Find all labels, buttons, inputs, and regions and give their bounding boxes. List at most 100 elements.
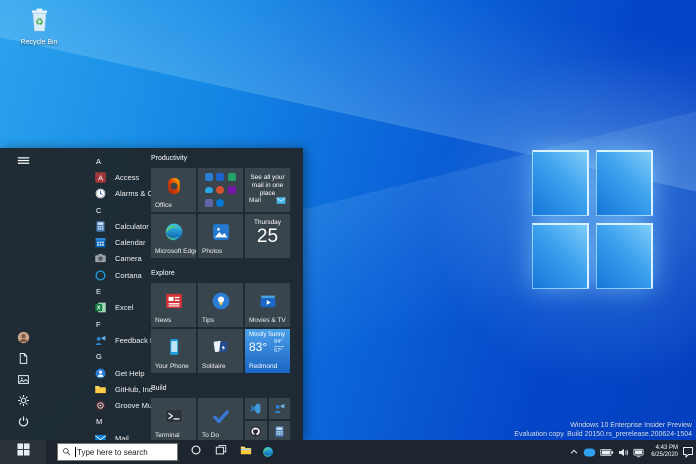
app-item-github-inc[interactable]: GitHub, Inc <box>46 381 153 397</box>
weather-high-low: 84° 67° <box>274 339 285 354</box>
app-item-calendar[interactable]: Calendar <box>46 234 146 250</box>
start-app-list: A A Access Alarms & Clock C Calculator Calenda… <box>46 153 166 440</box>
action-center-icon[interactable] <box>682 446 694 458</box>
calendar-icon <box>94 236 107 249</box>
search-placeholder: Type here to search <box>77 447 148 457</box>
battery-icon[interactable] <box>600 448 614 457</box>
tile-tips[interactable]: Tips <box>198 283 243 327</box>
app-item-feedback-hub[interactable]: Feedback Hub <box>46 332 164 348</box>
windows-logo-pane <box>596 150 653 216</box>
rail-item-documents[interactable] <box>0 350 46 371</box>
taskbar-clock[interactable]: 4:43 PM 6/25/2020 <box>648 445 678 459</box>
app-item-label: Camera <box>115 254 142 264</box>
tile-to-do[interactable]: To Do <box>198 398 243 440</box>
tile-solitaire[interactable]: ♠ Solitaire <box>198 329 243 373</box>
app-item-label: Calendar <box>115 238 146 248</box>
app-item-get-help[interactable]: Get Help <box>46 365 146 381</box>
task-view-icon <box>215 443 227 461</box>
recycle-bin-shortcut[interactable]: ♻ Recycle Bin <box>10 6 68 46</box>
mail-envelope-icon <box>276 191 286 209</box>
mail-icon <box>94 432 107 440</box>
yourphone-icon <box>151 329 196 364</box>
access-icon: A <box>94 171 107 184</box>
search-input[interactable]: Type here to search <box>57 443 178 461</box>
tile-microsoft-365-apps[interactable] <box>198 168 243 212</box>
start-menu: A A Access Alarms & Clock C Calculator Calenda… <box>0 148 303 440</box>
svg-text:X: X <box>97 306 101 312</box>
app-item-groove-music[interactable]: Groove Music <box>46 397 161 413</box>
weather-condition: Mostly Sunny <box>249 332 286 338</box>
task-view-button[interactable] <box>211 442 231 462</box>
windows-logo-pane <box>596 223 653 289</box>
rail-item-settings[interactable] <box>0 392 46 413</box>
clock-time: 4:43 PM <box>655 445 678 451</box>
tile-news[interactable]: News <box>151 283 196 327</box>
rail-item-power[interactable] <box>0 413 46 434</box>
tile-feedback-hub[interactable] <box>268 398 290 419</box>
tray-overflow-chevron-icon[interactable] <box>569 447 579 457</box>
app-section-header-g[interactable]: G <box>46 349 146 365</box>
powerpoint-icon <box>216 185 225 194</box>
tile-weather[interactable]: Mostly Sunny 83° 84° 67° Redmond <box>245 329 290 373</box>
tile-label: News <box>155 317 172 324</box>
tile-microsoft-edge[interactable]: Microsoft Edge <box>151 214 196 258</box>
tile-terminal[interactable]: Terminal <box>151 398 196 440</box>
app-section-header-c[interactable]: C <box>46 202 146 218</box>
tile-mail[interactable]: See all your mail in one place Mail <box>245 168 290 212</box>
app-item-mail[interactable]: Mail <box>46 430 146 440</box>
app-item-excel[interactable]: X Excel <box>46 300 146 316</box>
volume-icon[interactable] <box>618 447 629 458</box>
tile-group-header-build: Build <box>151 385 167 392</box>
svg-text:♻: ♻ <box>35 17 44 28</box>
recycle-bin-label: Recycle Bin <box>20 39 58 46</box>
hamburger-icon <box>17 154 30 172</box>
tile-photos[interactable]: Photos <box>198 214 243 258</box>
tray-app-icon-blue[interactable] <box>583 447 596 457</box>
app-item-label: Get Help <box>115 368 145 378</box>
cortana-button[interactable] <box>186 442 206 462</box>
app-section-header-a[interactable]: A <box>46 153 146 169</box>
tile-github-desktop[interactable] <box>245 421 267 440</box>
tile-calendar[interactable]: Thursday 25 <box>245 214 290 258</box>
tile-grid-explore: News Tips Movies & TV Your Phone ♠ Solitaire M… <box>151 283 303 373</box>
start-button[interactable] <box>0 440 46 464</box>
rail-item-menu[interactable] <box>0 152 46 173</box>
outlook-icon <box>216 173 225 182</box>
app-item-access[interactable]: A Access <box>46 169 146 185</box>
tile-movies-tv[interactable]: Movies & TV <box>245 283 290 327</box>
tile-office[interactable]: Office <box>151 168 196 212</box>
tile-visual-studio[interactable] <box>245 398 267 419</box>
app-item-label: Calculator <box>115 221 149 231</box>
edge-icon <box>151 214 196 249</box>
text-caret <box>75 447 76 457</box>
network-icon[interactable] <box>633 447 644 458</box>
rail-item-pictures[interactable] <box>0 371 46 392</box>
power-icon <box>17 415 30 433</box>
tile-calculator[interactable] <box>268 421 290 440</box>
github-icon <box>245 421 267 440</box>
file-explorer-button[interactable] <box>236 442 256 462</box>
folder-icon <box>94 383 107 396</box>
app-section-header-e[interactable]: E <box>46 283 146 299</box>
app-item-label: Excel <box>115 303 134 313</box>
weather-high: 84° <box>274 339 283 345</box>
app-item-calculator[interactable]: Calculator <box>46 218 149 234</box>
tile-your-phone[interactable]: Your Phone <box>151 329 196 373</box>
svg-text:A: A <box>98 173 103 182</box>
user-icon <box>17 331 30 349</box>
app-item-cortana[interactable]: Cortana <box>46 267 146 283</box>
rail-item-user[interactable] <box>0 329 46 350</box>
app-item-alarms-clock[interactable]: Alarms & Clock <box>46 186 166 202</box>
app-section-header-f[interactable]: F <box>46 316 146 332</box>
edge-taskbar-button[interactable] <box>258 442 278 462</box>
excel-icon <box>228 173 237 182</box>
feedback-icon <box>94 334 107 347</box>
app-item-camera[interactable]: Camera <box>46 251 146 267</box>
tile-grid-build: Terminal To Do <box>151 398 303 440</box>
app-section-header-m[interactable]: M <box>46 414 146 430</box>
documents-icon <box>17 352 30 370</box>
tile-group-header-explore: Explore <box>151 270 175 277</box>
desktop: ♻ Recycle Bin Windows 10 Enterprise Insi… <box>0 0 696 464</box>
tile-label: Office <box>155 202 172 209</box>
calendar-tile-day: Thursday <box>253 219 282 226</box>
